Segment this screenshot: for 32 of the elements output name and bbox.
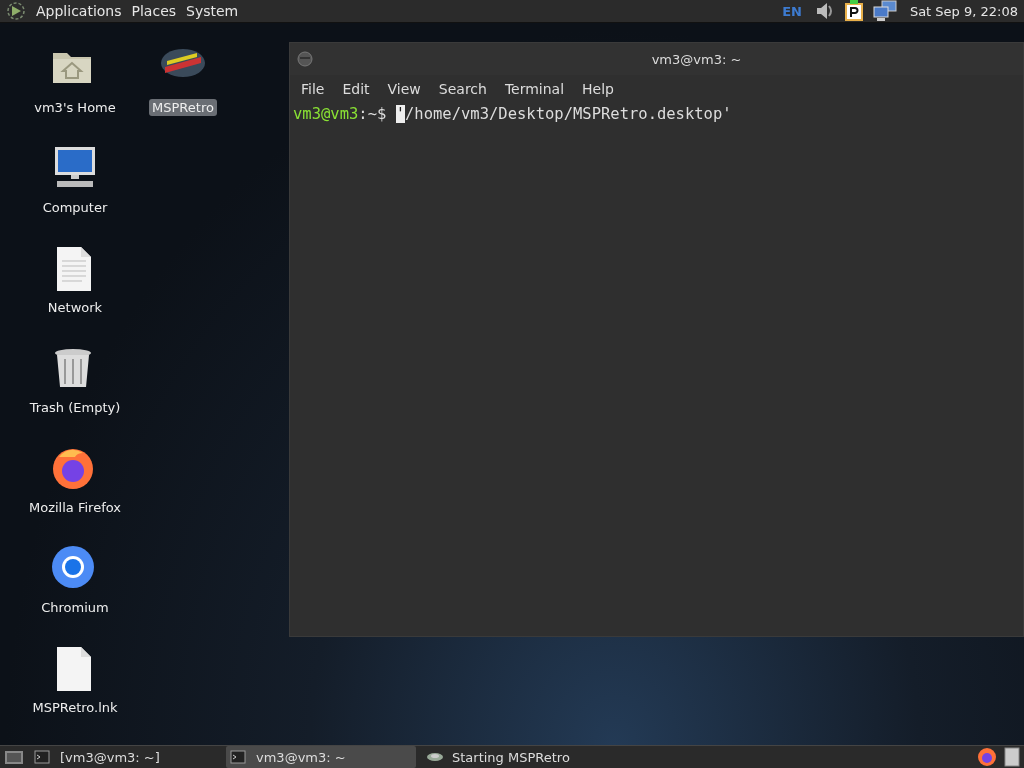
- desktop-icon-label[interactable]: Computer: [39, 199, 111, 216]
- panel-menu[interactable]: Places: [131, 3, 177, 19]
- parking-icon[interactable]: [843, 0, 864, 22]
- menu-item[interactable]: Search: [429, 81, 496, 97]
- panel-menu[interactable]: System: [186, 3, 239, 19]
- menu-item[interactable]: File: [292, 81, 334, 97]
- desktop-icon-label[interactable]: MSPRetro: [149, 99, 217, 116]
- network-icon[interactable]: [871, 0, 898, 22]
- desktop-icon-label[interactable]: Trash (Empty): [26, 399, 124, 416]
- desktop-icon-label[interactable]: Network: [44, 299, 106, 316]
- desktop-icon-label[interactable]: Chromium: [38, 599, 112, 616]
- window-title: vm3@vm3: ~: [650, 51, 743, 67]
- firefox-icon[interactable]: [976, 746, 998, 768]
- window-menu-icon[interactable]: [296, 50, 314, 68]
- terminal-icon: [34, 749, 52, 765]
- desktop-icon-label[interactable]: Mozilla Firefox: [26, 499, 124, 516]
- menu-item[interactable]: Help: [573, 81, 623, 97]
- desktop-icon-label[interactable]: vm3's Home: [31, 99, 119, 116]
- menu-logo-icon[interactable]: [6, 1, 26, 21]
- show-desktop-icon[interactable]: [4, 748, 24, 766]
- menu-item[interactable]: Terminal: [495, 81, 574, 97]
- menu-item[interactable]: View: [378, 81, 430, 97]
- taskbar-button[interactable]: vm3@vm3: ~: [226, 746, 416, 768]
- terminal-icon: [230, 749, 248, 765]
- clock[interactable]: Sat Sep 9, 22:08: [909, 3, 1018, 19]
- desktop-icon-label[interactable]: MSPRetro.lnk: [29, 699, 121, 716]
- menu-item[interactable]: Edit: [333, 81, 379, 97]
- panel-menu[interactable]: Applications: [36, 3, 122, 19]
- taskbar-button[interactable]: [vm3@vm3: ~]: [30, 746, 220, 768]
- taskbar-button[interactable]: Starting MSPRetro: [422, 746, 612, 768]
- workspace-switcher-icon[interactable]: [1004, 747, 1020, 767]
- terminal-line: vm3@vm3:~$ '/home/vm3/Desktop/MSPRetro.desktop': [293, 105, 733, 123]
